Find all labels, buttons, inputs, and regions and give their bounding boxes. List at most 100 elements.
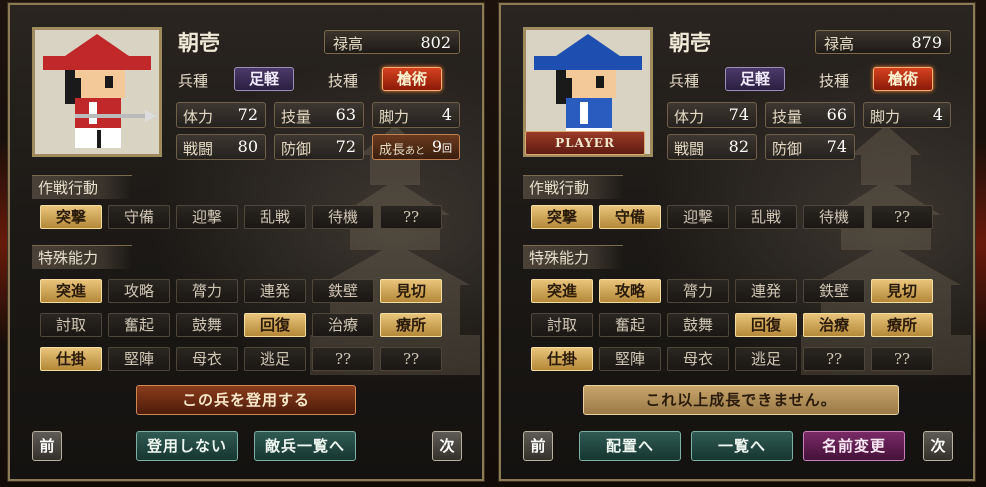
skill-type-label: 技種 (328, 72, 359, 90)
tactics-heading: 作戦行動 (523, 175, 623, 199)
ability-button[interactable]: ?? (380, 347, 442, 371)
ability-button[interactable]: 突進 (531, 279, 593, 303)
skill-type-badge: 槍術 (382, 67, 442, 91)
recruit-button[interactable]: この兵を登用する (136, 385, 356, 415)
ability-button[interactable]: 治療 (312, 313, 374, 337)
deploy-button[interactable]: 配置へ (579, 431, 681, 461)
ability-button[interactable]: 鉄壁 (803, 279, 865, 303)
prev-button[interactable]: 前 (32, 431, 62, 461)
stat-value: 74 (826, 137, 847, 156)
ability-button[interactable]: 母衣 (176, 347, 238, 371)
ability-button[interactable]: 討取 (531, 313, 593, 337)
unit-name: 朝壱 (178, 30, 220, 55)
list-button[interactable]: 一覧へ (691, 431, 793, 461)
rename-button[interactable]: 名前変更 (803, 431, 905, 461)
stat-leg: 脚力 4 (372, 102, 460, 128)
growth-count: 9 (431, 137, 442, 156)
ability-button[interactable]: 鉄壁 (312, 279, 374, 303)
tactic-button[interactable]: ?? (380, 205, 442, 229)
stat-tech: 技量 66 (765, 102, 855, 128)
max-growth-notice: これ以上成長できません。 (583, 385, 899, 415)
tactic-button[interactable]: 迎撃 (176, 205, 238, 229)
stat-label: 体力 (183, 108, 214, 126)
stipend-value: 802 (420, 33, 451, 52)
ability-button[interactable]: 討取 (40, 313, 102, 337)
stat-growth: 成長あと 9回 (372, 134, 460, 160)
unit-panel-right: PLAYER 朝壱 禄高 879 兵種 足軽 技種 槍術 体力 74 技量 66… (498, 2, 976, 482)
ability-button[interactable]: ?? (312, 347, 374, 371)
ability-button[interactable]: 膂力 (176, 279, 238, 303)
ability-button[interactable]: 鼓舞 (667, 313, 729, 337)
tactic-button[interactable]: 待機 (803, 205, 865, 229)
abilities-heading: 特殊能力 (32, 245, 132, 269)
ability-button[interactable]: 奮起 (599, 313, 661, 337)
stipend-box: 禄高 879 (815, 30, 951, 54)
ability-button[interactable]: 膂力 (667, 279, 729, 303)
tactic-button[interactable]: ?? (871, 205, 933, 229)
stipend-label: 禄高 (333, 35, 364, 53)
stat-combat: 戦闘 80 (176, 134, 266, 160)
ability-button[interactable]: 母衣 (667, 347, 729, 371)
ability-button[interactable]: 攻略 (599, 279, 661, 303)
stat-value: 80 (237, 137, 258, 156)
ability-button[interactable]: 突進 (40, 279, 102, 303)
tactic-button[interactable]: 突撃 (531, 205, 593, 229)
enemy-list-button[interactable]: 敵兵一覧へ (254, 431, 356, 461)
stat-value: 4 (441, 105, 452, 124)
tactic-button[interactable]: 迎撃 (667, 205, 729, 229)
ability-button[interactable]: 回復 (735, 313, 797, 337)
ability-button[interactable]: 見切 (380, 279, 442, 303)
stat-value: 82 (728, 137, 749, 156)
tactic-button[interactable]: 突撃 (40, 205, 102, 229)
tactic-button[interactable]: 待機 (312, 205, 374, 229)
ability-button[interactable]: 堅陣 (108, 347, 170, 371)
ability-button[interactable]: ?? (871, 347, 933, 371)
ability-button[interactable]: 逃足 (244, 347, 306, 371)
tactics-heading: 作戦行動 (32, 175, 132, 199)
ability-button[interactable]: 堅陣 (599, 347, 661, 371)
ability-button[interactable]: 療所 (871, 313, 933, 337)
unit-type-badge: 足軽 (234, 67, 294, 91)
growth-value: 9回 (432, 137, 452, 156)
ability-button[interactable]: 回復 (244, 313, 306, 337)
tactic-button[interactable]: 守備 (108, 205, 170, 229)
stat-label: 戦闘 (183, 140, 214, 158)
stat-label: 脚力 (379, 108, 410, 126)
ability-button[interactable]: 見切 (871, 279, 933, 303)
stat-value: 74 (728, 105, 749, 124)
ability-button[interactable]: 鼓舞 (176, 313, 238, 337)
stat-label: 防御 (281, 140, 312, 158)
ability-button[interactable]: 仕掛 (531, 347, 593, 371)
unit-panel-left: 朝壱 禄高 802 兵種 足軽 技種 槍術 体力 72 技量 63 脚力 4 戦… (7, 2, 485, 482)
stipend-label: 禄高 (824, 35, 855, 53)
decline-button[interactable]: 登用しない (136, 431, 238, 461)
ability-button[interactable]: 連発 (244, 279, 306, 303)
stat-defense: 防御 74 (765, 134, 855, 160)
stipend-box: 禄高 802 (324, 30, 460, 54)
stat-value: 72 (335, 137, 356, 156)
abilities-heading: 特殊能力 (523, 245, 623, 269)
ability-button[interactable]: 連発 (735, 279, 797, 303)
castle-silhouette (310, 125, 480, 375)
stat-tech: 技量 63 (274, 102, 364, 128)
tactic-button[interactable]: 乱戦 (735, 205, 797, 229)
ability-button[interactable]: 攻略 (108, 279, 170, 303)
stat-combat: 戦闘 82 (667, 134, 757, 160)
tactic-button[interactable]: 守備 (599, 205, 661, 229)
tactic-button[interactable]: 乱戦 (244, 205, 306, 229)
ability-button[interactable]: 仕掛 (40, 347, 102, 371)
prev-button[interactable]: 前 (523, 431, 553, 461)
ashigaru-sprite (35, 30, 159, 154)
ability-button[interactable]: 療所 (380, 313, 442, 337)
growth-label-text: 成長 (379, 143, 406, 158)
ability-button[interactable]: 治療 (803, 313, 865, 337)
next-button[interactable]: 次 (432, 431, 462, 461)
ability-button[interactable]: ?? (803, 347, 865, 371)
stat-leg: 脚力 4 (863, 102, 951, 128)
ability-button[interactable]: 逃足 (735, 347, 797, 371)
ability-button[interactable]: 奮起 (108, 313, 170, 337)
stat-label: 戦闘 (674, 140, 705, 158)
next-button[interactable]: 次 (923, 431, 953, 461)
stat-label: 体力 (674, 108, 705, 126)
growth-unit: 回 (442, 144, 452, 155)
